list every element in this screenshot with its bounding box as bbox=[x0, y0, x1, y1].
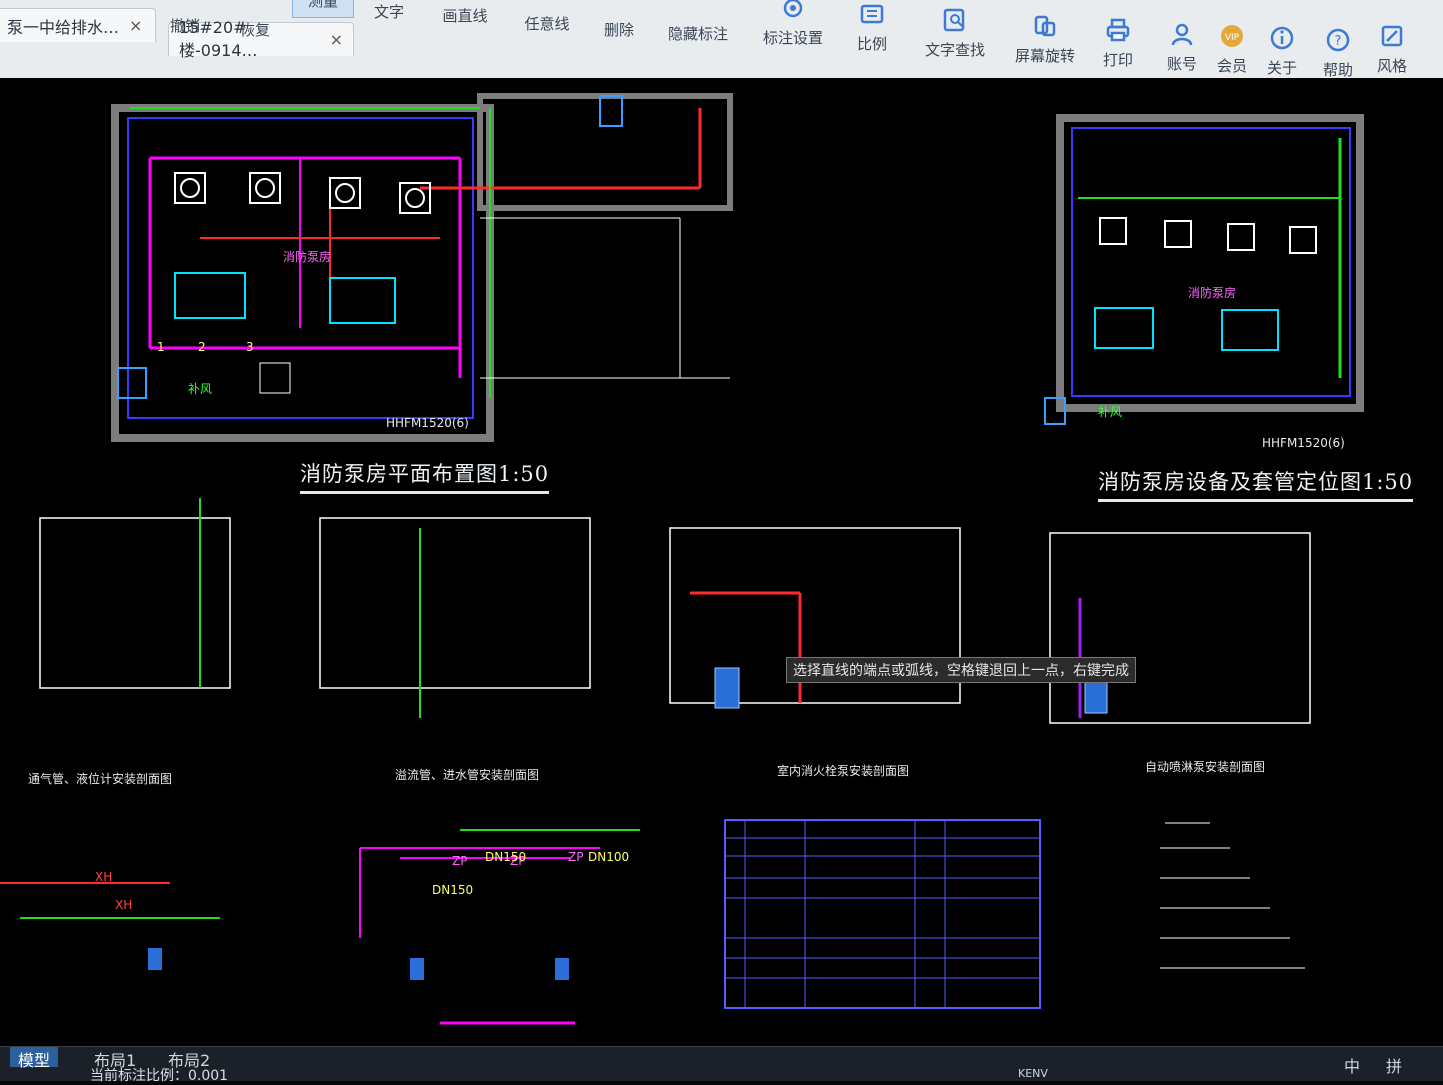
account-label: 账号 bbox=[1166, 55, 1197, 73]
close-icon[interactable]: × bbox=[330, 30, 343, 49]
print-icon bbox=[1106, 18, 1130, 42]
delete-label: 删除 bbox=[603, 21, 634, 39]
tab-layout-1[interactable]: 布局1 bbox=[86, 1047, 144, 1070]
delete-button[interactable]: 删除 bbox=[594, 0, 644, 46]
section-title-3: 室内消火栓泵安装剖面图 bbox=[777, 764, 910, 778]
rotate-icon bbox=[1034, 15, 1056, 37]
text-search-icon bbox=[943, 8, 965, 32]
close-icon[interactable]: × bbox=[129, 16, 142, 35]
pump-number-1: 1 bbox=[157, 340, 165, 354]
scale-icon bbox=[860, 4, 884, 24]
text-button[interactable]: 文字 bbox=[364, 0, 414, 28]
style-label: 风格 bbox=[1376, 57, 1407, 75]
plan-right bbox=[1044, 114, 1364, 425]
help-icon: ? bbox=[1326, 28, 1350, 52]
line-button[interactable]: 画直线 bbox=[432, 0, 498, 32]
svg-text:VIP: VIP bbox=[1225, 33, 1240, 43]
cad-drawing[interactable] bbox=[0, 78, 1443, 1046]
vent-label-left: 补风 bbox=[188, 382, 213, 396]
input-mode-indicator[interactable]: 拼 bbox=[1386, 1053, 1402, 1077]
pipe-label: DN150 bbox=[432, 883, 474, 897]
pipe-label: DN150 bbox=[485, 850, 527, 864]
tab-model[interactable]: 模型 bbox=[10, 1047, 59, 1070]
annotation-settings-icon bbox=[783, 0, 803, 18]
help-button[interactable]: ? 帮助 bbox=[1316, 10, 1360, 86]
pump-number-3: 3 bbox=[246, 340, 254, 354]
room-label-left: 消防泵房 bbox=[283, 250, 332, 264]
measure-label: 测量 bbox=[307, 0, 338, 10]
style-icon bbox=[1381, 25, 1403, 47]
account-icon bbox=[1171, 23, 1193, 46]
pipe-label: DN100 bbox=[588, 850, 630, 864]
style-button[interactable]: 风格 bbox=[1370, 12, 1414, 82]
text-search-button[interactable]: 文字查找 bbox=[920, 0, 990, 66]
undo-label: 撤销 bbox=[169, 17, 200, 35]
scale-button[interactable]: 比例 bbox=[850, 0, 894, 60]
pipe-label: ZP bbox=[568, 850, 584, 864]
about-button[interactable]: 关于 bbox=[1262, 8, 1302, 84]
redo-label: 恢复 bbox=[239, 21, 270, 39]
file-tab-1[interactable]: 泵一中给排水… × bbox=[0, 8, 156, 42]
file-tab-1-label: 泵一中给排水… bbox=[7, 17, 120, 37]
freeline-label: 任意线 bbox=[524, 15, 570, 33]
annotation-settings-label: 标注设置 bbox=[762, 29, 823, 47]
ime-indicator[interactable]: 中 bbox=[1344, 1053, 1360, 1077]
status-scale-value: 0.001 bbox=[188, 1068, 229, 1084]
text-label: 文字 bbox=[373, 3, 404, 21]
text-search-label: 文字查找 bbox=[924, 41, 985, 59]
app-toolbar: 泵一中给排水… × 15#20#楼-0914… × 撤销 恢复 测量 文字 画直… bbox=[0, 0, 1443, 79]
hide-annotation-button[interactable]: 隐藏标注 bbox=[662, 0, 734, 50]
print-button[interactable]: 打印 bbox=[1096, 0, 1140, 76]
account-button[interactable]: 账号 bbox=[1160, 4, 1204, 80]
tab-layout-2[interactable]: 布局2 bbox=[160, 1047, 218, 1070]
plan-title-right-text: 消防泵房设备及套管定位图1:50 bbox=[1098, 470, 1414, 494]
section-title-1: 通气管、液位计安装剖面图 bbox=[28, 772, 173, 786]
svg-text:?: ? bbox=[1335, 34, 1342, 49]
scale-label: 比例 bbox=[856, 35, 887, 53]
vip-button[interactable]: VIP 会员 bbox=[1212, 6, 1252, 82]
about-icon bbox=[1270, 26, 1294, 50]
plan-title-right: 消防泵房设备及套管定位图1:50 bbox=[1098, 466, 1414, 502]
print-label: 打印 bbox=[1102, 51, 1133, 69]
vip-label: 会员 bbox=[1216, 57, 1247, 75]
status-scale-label: 当前标注比例： bbox=[90, 1068, 188, 1084]
rotate-label: 屏幕旋转 bbox=[1014, 47, 1075, 65]
undo-button[interactable]: 撤销 bbox=[160, 0, 210, 42]
pump-number-2: 2 bbox=[198, 340, 206, 354]
room-label-right: 消防泵房 bbox=[1188, 286, 1237, 300]
taskbar-user[interactable]: KENV bbox=[1018, 1067, 1048, 1080]
pipe-label: ZP bbox=[452, 854, 468, 868]
vip-icon: VIP bbox=[1221, 25, 1243, 47]
pipe-label: XH bbox=[115, 898, 133, 912]
drawing-canvas[interactable]: 消防泵房平面布置图1:50 消防泵房设备及套管定位图1:50 消防泵房 消防泵房… bbox=[0, 78, 1443, 1046]
hide-annotation-label: 隐藏标注 bbox=[667, 25, 728, 43]
measure-button[interactable]: 测量 bbox=[292, 0, 354, 18]
redo-button[interactable]: 恢复 bbox=[230, 0, 280, 46]
vent-label-right: 补风 bbox=[1098, 405, 1123, 419]
command-tooltip: 选择直线的端点或弧线，空格键退回上一点，右键完成 bbox=[786, 657, 1136, 683]
help-label: 帮助 bbox=[1322, 61, 1353, 79]
plan-title-left: 消防泵房平面布置图1:50 bbox=[300, 458, 550, 494]
door-label-right: HHFM1520(6) bbox=[1262, 436, 1345, 450]
system-diagrams bbox=[0, 829, 640, 1025]
annotation-settings-button[interactable]: 标注设置 bbox=[756, 0, 830, 54]
section-views bbox=[39, 498, 1311, 724]
title-underline bbox=[1098, 499, 1414, 502]
rotate-button[interactable]: 屏幕旋转 bbox=[1010, 0, 1080, 72]
door-label-left: HHFM1520(6) bbox=[386, 416, 469, 430]
status-scale: 当前标注比例：0.001 bbox=[90, 1065, 228, 1085]
plan-title-left-text: 消防泵房平面布置图1:50 bbox=[300, 462, 550, 486]
line-label: 画直线 bbox=[442, 7, 488, 25]
notes-block bbox=[1160, 822, 1305, 969]
section-title-2: 溢流管、进水管安装剖面图 bbox=[395, 768, 540, 782]
equipment-table bbox=[724, 819, 1041, 1009]
section-title-4: 自动喷淋泵安装剖面图 bbox=[1145, 760, 1266, 774]
title-underline bbox=[300, 491, 550, 494]
about-label: 关于 bbox=[1266, 59, 1297, 77]
pipe-label: XH bbox=[95, 870, 113, 884]
freeline-button[interactable]: 任意线 bbox=[514, 0, 580, 40]
bottom-bar: 模型 布局1 布局2 当前标注比例：0.001 KENV 中 拼 bbox=[0, 1046, 1443, 1084]
